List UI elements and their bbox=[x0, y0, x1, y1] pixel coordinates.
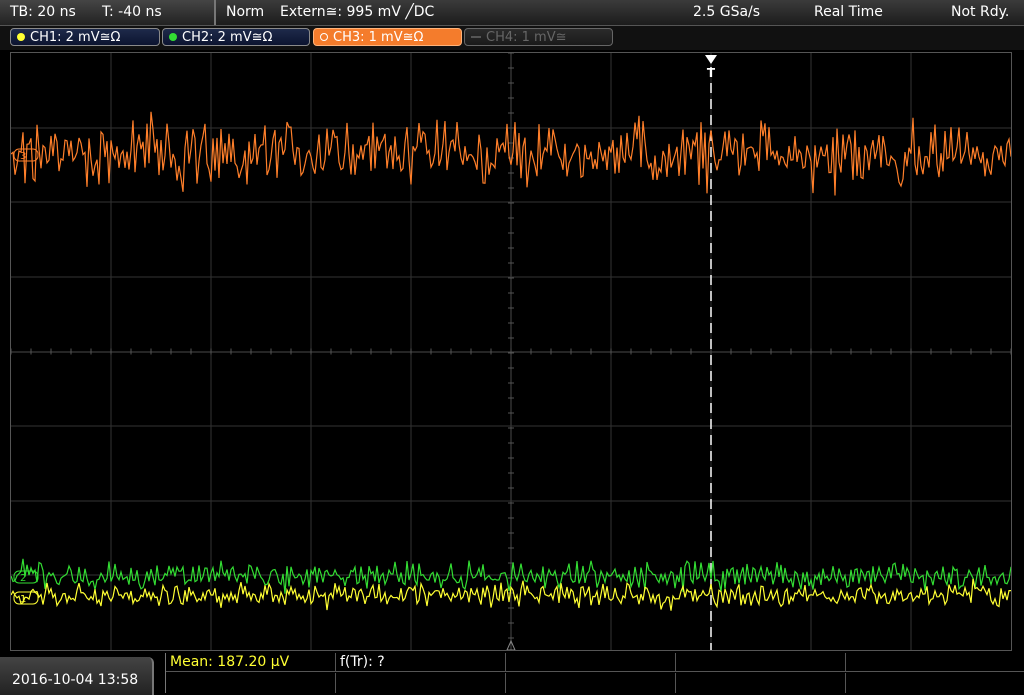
datetime-panel[interactable]: 2016-10-04 13:58 bbox=[0, 657, 154, 695]
trigger-time-label[interactable]: T: -40 ns bbox=[102, 4, 162, 20]
measurement-mean[interactable]: Mean: 187.20 µV bbox=[166, 653, 336, 672]
waveform-display[interactable]: T 3 2 1 bbox=[10, 52, 1012, 651]
sample-rate-label[interactable]: 2.5 GSa/s bbox=[693, 4, 760, 20]
channel-2-dot-icon bbox=[169, 33, 177, 41]
trigger-status-label: Not Rdy. bbox=[951, 4, 1010, 20]
timebase-panel[interactable]: TB: 20 ns T: -40 ns bbox=[0, 0, 216, 25]
channel-3-marker-label: 3 bbox=[20, 151, 26, 162]
channel-3-label: CH3: 1 mV≅Ω bbox=[333, 30, 424, 45]
measurement-slot-7[interactable] bbox=[336, 673, 506, 693]
channel-4-label: CH4: 1 mV≅ bbox=[486, 30, 567, 45]
channel-3-dot-icon bbox=[320, 33, 328, 41]
trigger-marker-label: T bbox=[707, 66, 716, 80]
channel-1-offset-marker[interactable]: 1 bbox=[13, 591, 39, 605]
channel-4-button[interactable]: CH4: 1 mV≅ bbox=[464, 28, 613, 46]
measurement-slot-5[interactable] bbox=[846, 653, 1024, 672]
trigger-mode-label[interactable]: Norm bbox=[226, 4, 264, 20]
measurement-table: Mean: 187.20 µV f(Tr): ? bbox=[165, 653, 1024, 693]
channel-2-marker-label: 2 bbox=[20, 573, 26, 584]
measurement-slot-10[interactable] bbox=[846, 673, 1024, 693]
measurement-slot-4[interactable] bbox=[676, 653, 846, 672]
waveform-plot[interactable]: T 3 2 1 bbox=[11, 53, 1011, 650]
channel-2-button[interactable]: CH2: 2 mV≅Ω bbox=[162, 28, 310, 46]
channel-2-offset-marker[interactable]: 2 bbox=[13, 570, 39, 584]
channel-1-dot-icon bbox=[17, 33, 25, 41]
channel-4-dash-icon bbox=[471, 36, 481, 38]
timebase-label[interactable]: TB: 20 ns bbox=[10, 4, 76, 20]
measurement-slot-9[interactable] bbox=[676, 673, 846, 693]
channel-3-button[interactable]: CH3: 1 mV≅Ω bbox=[313, 28, 462, 46]
channel-2-label: CH2: 2 mV≅Ω bbox=[182, 30, 273, 45]
trigger-source-label[interactable]: Extern≅: 995 mV ╱DC bbox=[280, 4, 434, 20]
trigger-position-arrow-icon[interactable] bbox=[705, 55, 717, 64]
measurement-slot-3[interactable] bbox=[506, 653, 676, 672]
measurement-bar: 2016-10-04 13:58 Mean: 187.20 µV f(Tr): … bbox=[0, 651, 1024, 695]
channel-1-marker-label: 1 bbox=[20, 594, 26, 605]
channel-1-button[interactable]: CH1: 2 mV≅Ω bbox=[10, 28, 160, 46]
channel-1-label: CH1: 2 mV≅Ω bbox=[30, 30, 121, 45]
status-bar: TB: 20 ns T: -40 ns Norm Extern≅: 995 mV… bbox=[0, 0, 1024, 26]
measurement-frequency[interactable]: f(Tr): ? bbox=[336, 653, 506, 672]
measurement-slot-6[interactable] bbox=[166, 673, 336, 693]
measurement-slot-8[interactable] bbox=[506, 673, 676, 693]
channel-bar: CH1: 2 mV≅Ω CH2: 2 mV≅Ω CH3: 1 mV≅Ω CH4:… bbox=[0, 26, 1024, 50]
datetime-label: 2016-10-04 13:58 bbox=[12, 672, 139, 688]
acquisition-mode-label[interactable]: Real Time bbox=[814, 4, 883, 20]
